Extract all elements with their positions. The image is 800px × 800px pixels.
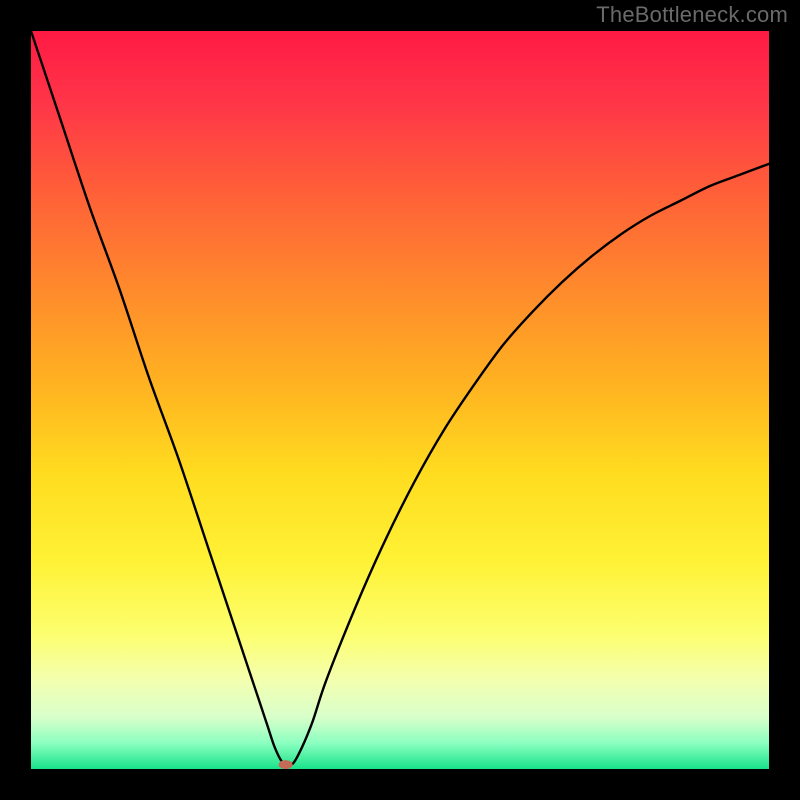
plot-area — [31, 31, 769, 769]
optimal-point-marker — [279, 760, 293, 769]
chart-frame: TheBottleneck.com — [0, 0, 800, 800]
gradient-background — [31, 31, 769, 769]
attribution-label: TheBottleneck.com — [596, 2, 788, 28]
chart-svg — [31, 31, 769, 769]
